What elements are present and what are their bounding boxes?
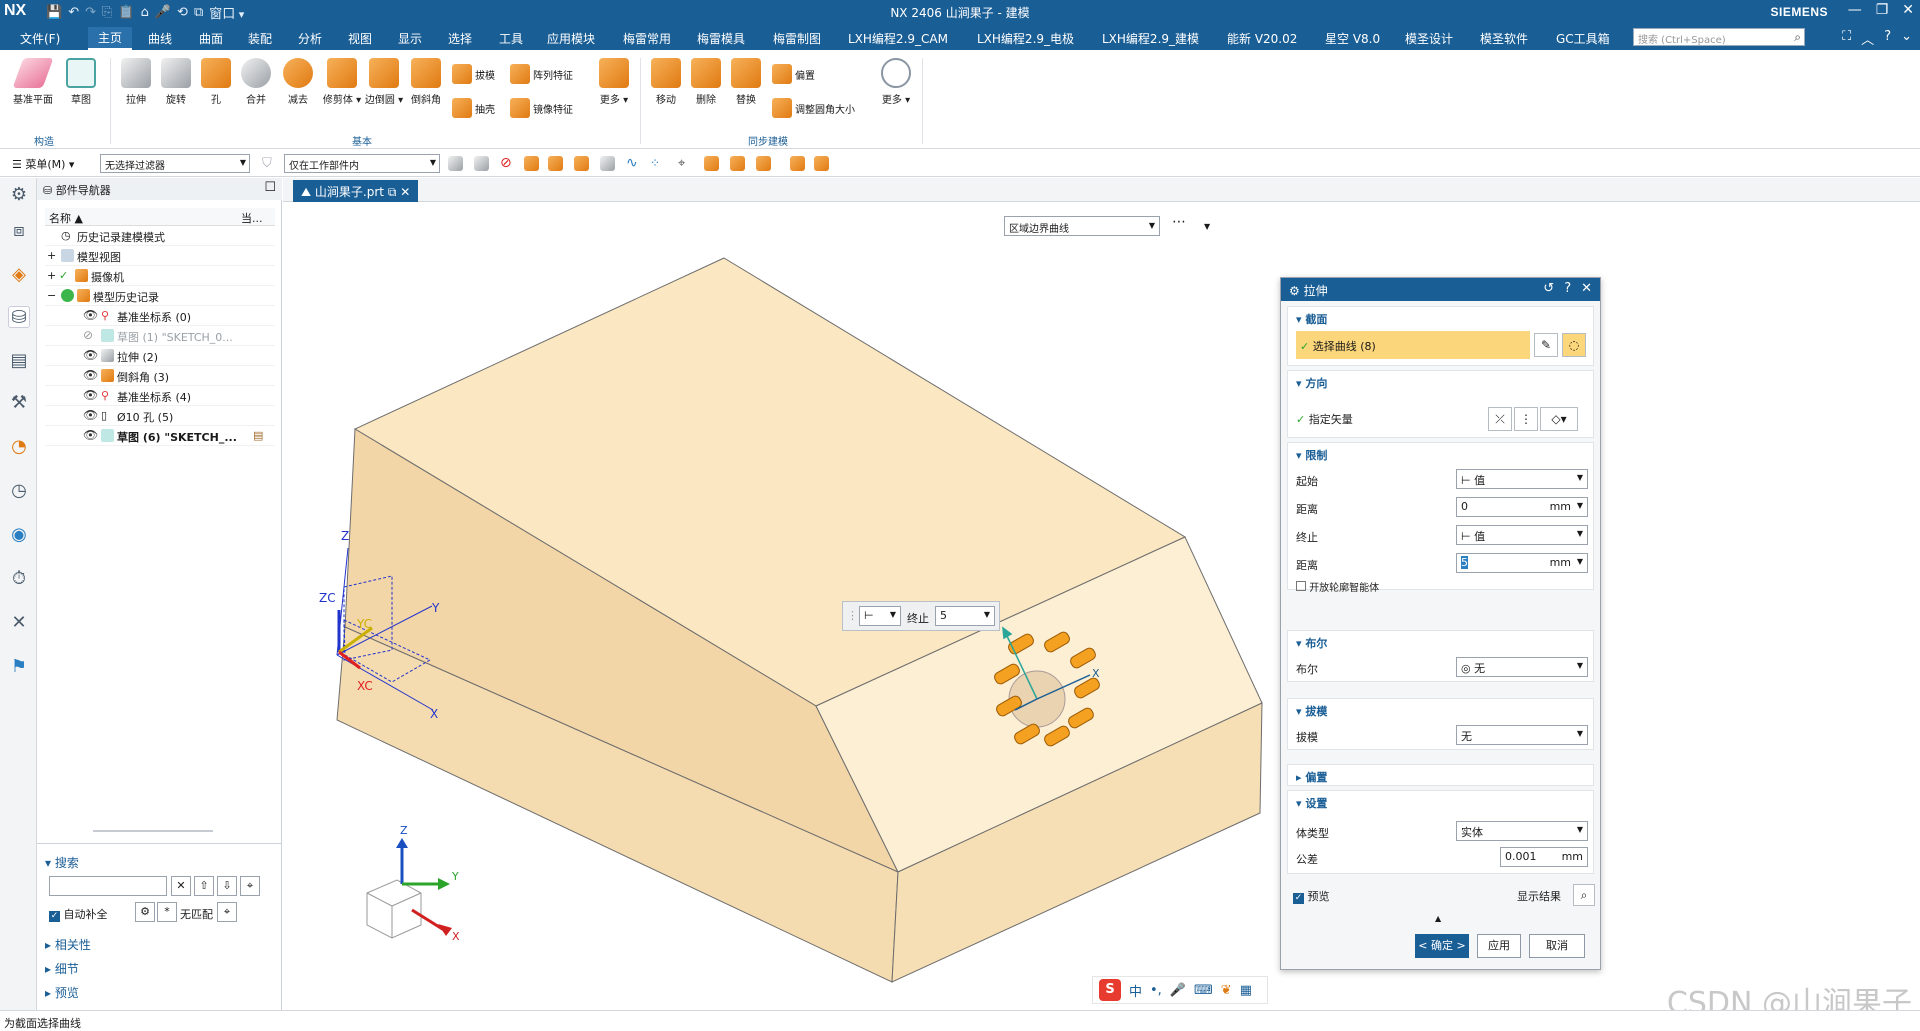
- end-distance-label: 距离: [1296, 559, 1318, 572]
- datum-x-label: X: [430, 707, 438, 721]
- checkbox-checked-icon: ✓: [1293, 893, 1304, 904]
- specify-vector-label: ✓ 指定矢量: [1296, 413, 1353, 426]
- on-screen-input-box: ⋮ ⊢ ▼ 终止 5 ▼: [842, 601, 1000, 631]
- chevron-down-icon: ▼: [1576, 473, 1583, 482]
- draft-group: ▾ 拔模 拔模 无 ▼: [1287, 698, 1594, 750]
- direction-group: ▾ 方向 ✓ 指定矢量 ⤫ ⋮ ◇▾: [1287, 370, 1594, 438]
- value-option-icon: ⊢: [1461, 530, 1471, 543]
- curve-icon[interactable]: ◌: [1562, 333, 1586, 357]
- cancel-button[interactable]: 取消: [1529, 934, 1585, 958]
- help-icon[interactable]: ?: [1564, 281, 1571, 296]
- boolean-dropdown[interactable]: ◎ 无 ▼: [1456, 657, 1588, 677]
- view-triad: [366, 838, 452, 939]
- datum-z-label: Z: [341, 529, 349, 543]
- checkmark-icon: ✓: [1300, 340, 1310, 353]
- start-label: 起始: [1296, 475, 1318, 488]
- reverse-direction-icon[interactable]: ⤫: [1488, 407, 1512, 431]
- limits-header[interactable]: ▾ 限制: [1296, 447, 1327, 463]
- boolean-label: 布尔: [1296, 663, 1318, 676]
- direction-header[interactable]: ▾ 方向: [1296, 375, 1327, 391]
- start-distance-label: 距离: [1296, 503, 1318, 516]
- boolean-header[interactable]: ▾ 布尔: [1296, 635, 1327, 651]
- chevron-down-icon: ▼: [1576, 661, 1583, 670]
- triad-y-label: Y: [451, 870, 459, 883]
- apply-button[interactable]: 应用: [1477, 934, 1521, 958]
- vector-dialog-icon[interactable]: ⋮: [1514, 407, 1538, 431]
- reset-icon[interactable]: ↺: [1543, 281, 1554, 296]
- datum-y-label: Y: [431, 601, 440, 615]
- vector-type-dropdown[interactable]: ◇▾: [1540, 407, 1578, 431]
- checkbox-unchecked-icon: [1296, 581, 1306, 591]
- status-bar: 为截面选择曲线: [0, 1010, 1920, 1031]
- offset-group: ▸ 偏置: [1287, 764, 1594, 786]
- section-header[interactable]: ▾ 截面: [1296, 311, 1327, 327]
- wcs-zc-label: ZC: [319, 591, 336, 605]
- extrude-dialog: ⚙ 拉伸 ↺ ? ✕ ▾ 截面 ✓ 选择曲线 (8) ✎ ◌ ▾ 方向 ✓ 指定…: [1280, 277, 1601, 970]
- boolean-group: ▾ 布尔 布尔 ◎ 无 ▼: [1287, 630, 1594, 682]
- end-distance-input[interactable]: 5 ▼: [935, 606, 995, 626]
- dialog-title-bar: ⚙ 拉伸 ↺ ? ✕: [1281, 278, 1600, 301]
- tolerance-label: 公差: [1296, 853, 1318, 866]
- chevron-down-icon: ▼: [1576, 825, 1583, 834]
- chevron-down-icon: ▼: [889, 610, 896, 619]
- preview-checkbox[interactable]: ✓ 预览: [1293, 888, 1330, 904]
- boolean-none-icon: ◎: [1461, 662, 1471, 675]
- checkmark-icon: ✓: [1296, 413, 1306, 426]
- end-option-dropdown[interactable]: ⊢ ▼: [859, 606, 901, 626]
- start-option-dropdown[interactable]: ⊢ 值 ▼: [1456, 469, 1588, 489]
- triad-z-label: Z: [400, 824, 408, 837]
- draft-label: 拔模: [1296, 731, 1318, 744]
- triad-x-label: X: [452, 930, 460, 943]
- body-type-label: 体类型: [1296, 827, 1329, 840]
- status-prompt: 为截面选择曲线: [4, 1017, 81, 1030]
- microphone-icon[interactable]: 🎤: [1170, 983, 1186, 998]
- limits-group: ▾ 限制 起始 ⊢ 值 ▼ 距离 0 mm ▼ 终止 ⊢ 值 ▼ 距离 5 mm…: [1287, 442, 1594, 594]
- gear-icon[interactable]: ⚙: [1289, 284, 1300, 298]
- ime-toolbar: S 中 •, 🎤 ⌨ ❦ ▦: [1092, 976, 1268, 1004]
- toolbox-icon[interactable]: ▦: [1240, 983, 1252, 998]
- end-label: 终止: [1296, 531, 1318, 544]
- skin-icon[interactable]: ❦: [1221, 983, 1232, 998]
- section-group: ▾ 截面 ✓ 选择曲线 (8) ✎ ◌: [1287, 306, 1594, 366]
- sketch-section-icon[interactable]: ✎: [1534, 333, 1558, 357]
- punctuation-icon[interactable]: •,: [1150, 983, 1162, 998]
- open-profile-checkbox[interactable]: 开放轮廓智能体: [1296, 579, 1379, 594]
- dialog-title-controls: ↺ ? ✕: [1543, 281, 1592, 296]
- chevron-down-icon: ▼: [1576, 529, 1583, 538]
- chevron-down-icon: ▼: [1576, 729, 1583, 738]
- keyboard-icon[interactable]: ⌨: [1194, 983, 1213, 998]
- select-curve-field[interactable]: ✓ 选择曲线 (8): [1296, 331, 1530, 359]
- ime-mode-icon[interactable]: 中: [1129, 981, 1142, 1000]
- ok-button[interactable]: < 确定 >: [1415, 934, 1469, 958]
- close-icon[interactable]: ✕: [1581, 281, 1592, 296]
- sogou-logo-icon[interactable]: S: [1099, 979, 1121, 1001]
- value-option-icon: ⊢: [864, 609, 874, 622]
- draft-header[interactable]: ▾ 拔模: [1296, 703, 1327, 719]
- body-type-dropdown[interactable]: 实体 ▼: [1456, 821, 1588, 841]
- show-result-icon[interactable]: ⌕: [1573, 884, 1595, 906]
- settings-group: ▾ 设置 体类型 实体 ▼ 公差 0.001 mm: [1287, 790, 1594, 874]
- model-viewport: X Z Y X ZC YC XC Z Y X: [319, 257, 1263, 983]
- chevron-down-icon: ▼: [1576, 501, 1583, 510]
- show-result-label: 显示结果: [1517, 890, 1561, 903]
- drag-handle-icon[interactable]: ⋮: [847, 609, 858, 622]
- end-distance-input[interactable]: 5 mm ▼: [1456, 553, 1588, 573]
- collapse-arrow-icon[interactable]: ▲: [1435, 914, 1441, 923]
- draft-dropdown[interactable]: 无 ▼: [1456, 725, 1588, 745]
- end-option-dropdown[interactable]: ⊢ 值 ▼: [1456, 525, 1588, 545]
- offset-header[interactable]: ▸ 偏置: [1296, 769, 1327, 785]
- csys-x-label: X: [1092, 667, 1100, 680]
- settings-header[interactable]: ▾ 设置: [1296, 795, 1327, 811]
- wcs-xc-label: XC: [357, 679, 373, 693]
- chevron-down-icon: ▼: [1576, 557, 1583, 566]
- end-label: 终止: [907, 612, 929, 625]
- value-option-icon: ⊢: [1461, 474, 1471, 487]
- tolerance-input[interactable]: 0.001 mm: [1500, 847, 1588, 867]
- start-distance-input[interactable]: 0 mm ▼: [1456, 497, 1588, 517]
- chevron-down-icon: ▼: [983, 610, 990, 619]
